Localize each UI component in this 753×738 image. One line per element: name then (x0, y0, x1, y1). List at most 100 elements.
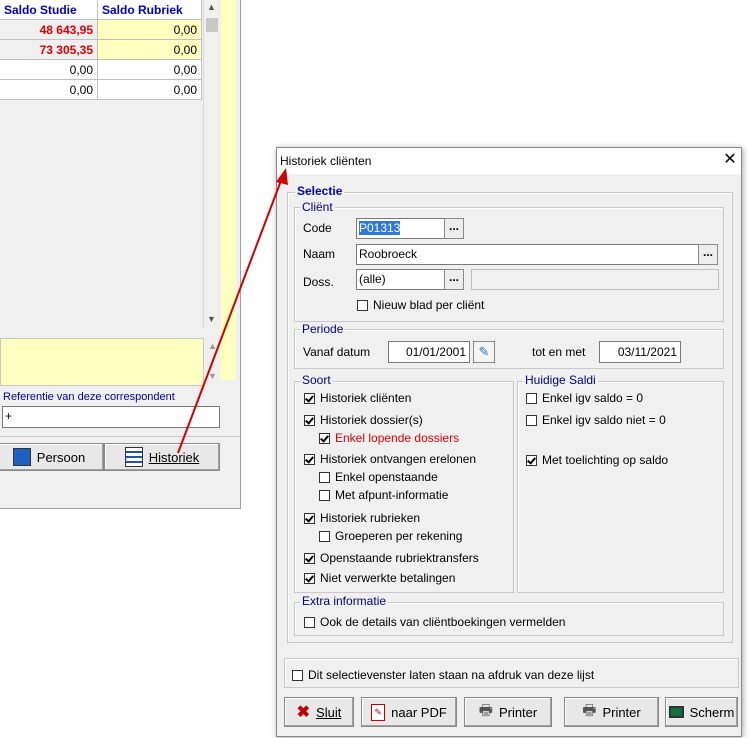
close-icon[interactable]: ✕ (720, 150, 740, 170)
historiek-erelonen-checkbox[interactable]: Historiek ontvangen erelonen (304, 451, 476, 467)
persoon-button[interactable]: Persoon (0, 443, 104, 471)
checkbox-box (526, 392, 537, 404)
groeperen-checkbox[interactable]: Groeperen per rekening (319, 528, 462, 544)
naam-label: Naam (303, 247, 336, 261)
scroll-thumb[interactable] (206, 18, 218, 32)
referentie-input[interactable]: + (2, 406, 220, 428)
sluit-button[interactable]: ✖ Sluit (284, 697, 354, 727)
naar-pdf-label: naar PDF (391, 704, 447, 720)
naam-input[interactable]: Roobroeck (356, 244, 701, 265)
saldo-rubriek-cell: 0,00 (98, 80, 202, 100)
vanaf-date-input[interactable]: 01/01/2001 (388, 341, 470, 363)
doss-label: Doss. (303, 275, 334, 289)
checkbox-label: Enkel lopende dossiers (335, 431, 460, 445)
checkbox-label: Historiek cliënten (320, 391, 412, 405)
sluit-button-label: Sluit (316, 704, 342, 720)
code-input[interactable]: P01313 (356, 218, 447, 239)
tot-date-input[interactable]: 03/11/2021 (599, 341, 681, 363)
saldo-rubriek-cell: 0,00 (98, 20, 202, 40)
checkbox-label: Met afpunt-informatie (335, 488, 449, 502)
checkbox-label: Ook de details van cliëntboekingen verme… (320, 615, 566, 629)
scherm-button[interactable]: Scherm (665, 697, 738, 727)
printer-button-1[interactable]: 🖶 Printer (464, 697, 552, 727)
pdf-icon: ✎ (371, 703, 386, 721)
monitor-icon (668, 706, 684, 718)
code-value: P01313 (359, 221, 401, 235)
doss-description-field (471, 269, 719, 290)
grid-empty-area (0, 100, 202, 328)
scherm-label: Scherm (689, 704, 735, 720)
checkbox-label: Historiek ontvangen erelonen (320, 452, 477, 466)
dialog-titlebar[interactable]: Historiek cliënten ✕ (277, 148, 741, 174)
rubriektransfers-checkbox[interactable]: Openstaande rubriektransfers (304, 550, 479, 566)
details-clientboekingen-checkbox[interactable]: Ook de details van cliëntboekingen verme… (304, 614, 565, 630)
toelichting-saldo-checkbox[interactable]: Met toelichting op saldo (526, 452, 668, 468)
historiek-rubrieken-checkbox[interactable]: Historiek rubrieken (304, 510, 420, 526)
yellow-strip (220, 0, 236, 380)
red-x-icon: ✖ (296, 704, 311, 721)
document-list-icon (124, 447, 143, 467)
vertical-scrollbar[interactable]: ▲ ▼ (203, 0, 221, 328)
scroll-up-icon[interactable]: ▲ (208, 341, 217, 351)
saldo-niet-nul-checkbox[interactable]: Enkel igv saldo niet = 0 (526, 412, 666, 428)
saldo-studie-cell: 0,00 (0, 80, 98, 100)
scroll-down-icon[interactable]: ▼ (207, 314, 216, 324)
naam-lookup-button[interactable]: ... (698, 244, 718, 265)
pin-icon[interactable]: ✎ (473, 341, 495, 363)
historiek-button[interactable]: Historiek (104, 443, 220, 471)
afpunt-info-checkbox[interactable]: Met afpunt-informatie (319, 487, 448, 503)
checkbox-box (526, 454, 537, 466)
saldo-studie-cell: 0,00 (0, 60, 98, 80)
printer-icon: 🖶 (582, 701, 597, 719)
checkbox-box (304, 572, 315, 584)
printer-icon: 🖶 (478, 701, 493, 719)
checkbox-box (319, 530, 330, 542)
enkel-openstaande-checkbox[interactable]: Enkel openstaande (319, 469, 438, 485)
historiek-dialog: Historiek cliënten ✕ Selectie Cliënt Cod… (276, 147, 742, 737)
doss-input[interactable]: (alle) (356, 269, 447, 290)
checkbox-label: Enkel igv saldo = 0 (542, 391, 644, 405)
checkbox-label: Groeperen per rekening (335, 529, 463, 543)
checkbox-label: Dit selectievenster laten staan na afdru… (308, 668, 595, 682)
column-header-saldo-studie[interactable]: Saldo Studie (0, 0, 98, 20)
checkbox-box (304, 414, 315, 426)
scroll-up-icon[interactable]: ▲ (207, 2, 216, 12)
scroll-down-icon[interactable]: ▼ (208, 371, 217, 381)
checkbox-box (304, 512, 315, 524)
table-row[interactable]: 0,00 0,00 (0, 80, 202, 100)
person-card-icon (12, 448, 31, 466)
enkel-lopende-checkbox[interactable]: Enkel lopende dossiers (319, 430, 459, 446)
memo-scrollbar[interactable]: ▲ ▼ (205, 338, 220, 386)
doss-lookup-button[interactable]: ... (444, 269, 464, 290)
checkbox-box (304, 552, 315, 564)
table-row[interactable]: 0,00 0,00 (0, 60, 202, 80)
printer-button-2[interactable]: 🖶 Printer (564, 697, 659, 727)
naar-pdf-button[interactable]: ✎ naar PDF (361, 697, 457, 727)
column-header-saldo-rubriek[interactable]: Saldo Rubriek (98, 0, 202, 20)
historiek-dossiers-checkbox[interactable]: Historiek dossier(s) (304, 412, 423, 428)
saldo-studie-cell: 73 305,35 (0, 40, 98, 60)
checkbox-label: Met toelichting op saldo (542, 453, 669, 467)
checkbox-label: Enkel igv saldo niet = 0 (542, 413, 666, 427)
laten-staan-checkbox[interactable]: Dit selectievenster laten staan na afdru… (292, 667, 594, 683)
nieuw-blad-checkbox[interactable]: Nieuw blad per cliënt (357, 297, 484, 313)
checkbox-box (319, 432, 330, 444)
memo-field[interactable] (0, 338, 204, 386)
code-lookup-button[interactable]: ... (444, 218, 464, 239)
vanaf-label: Vanaf datum (303, 345, 371, 359)
saldo-nul-checkbox[interactable]: Enkel igv saldo = 0 (526, 390, 643, 406)
soort-legend: Soort (300, 373, 333, 387)
niet-verwerkte-checkbox[interactable]: Niet verwerkte betalingen (304, 570, 455, 586)
checkbox-box (304, 453, 315, 465)
checkbox-label: Enkel openstaande (335, 470, 438, 484)
historiek-clienten-checkbox[interactable]: Historiek cliënten (304, 390, 411, 406)
periode-legend: Periode (300, 322, 346, 336)
table-row[interactable]: 73 305,35 0,00 (0, 40, 202, 60)
background-window: Saldo Studie Saldo Rubriek 48 643,95 0,0… (0, 0, 241, 509)
checkbox-label: Openstaande rubriektransfers (320, 551, 479, 565)
checkbox-box (304, 616, 315, 628)
checkbox-box (304, 392, 315, 404)
table-row[interactable]: 48 643,95 0,00 (0, 20, 202, 40)
checkbox-box (292, 669, 303, 681)
checkbox-box (319, 489, 330, 501)
